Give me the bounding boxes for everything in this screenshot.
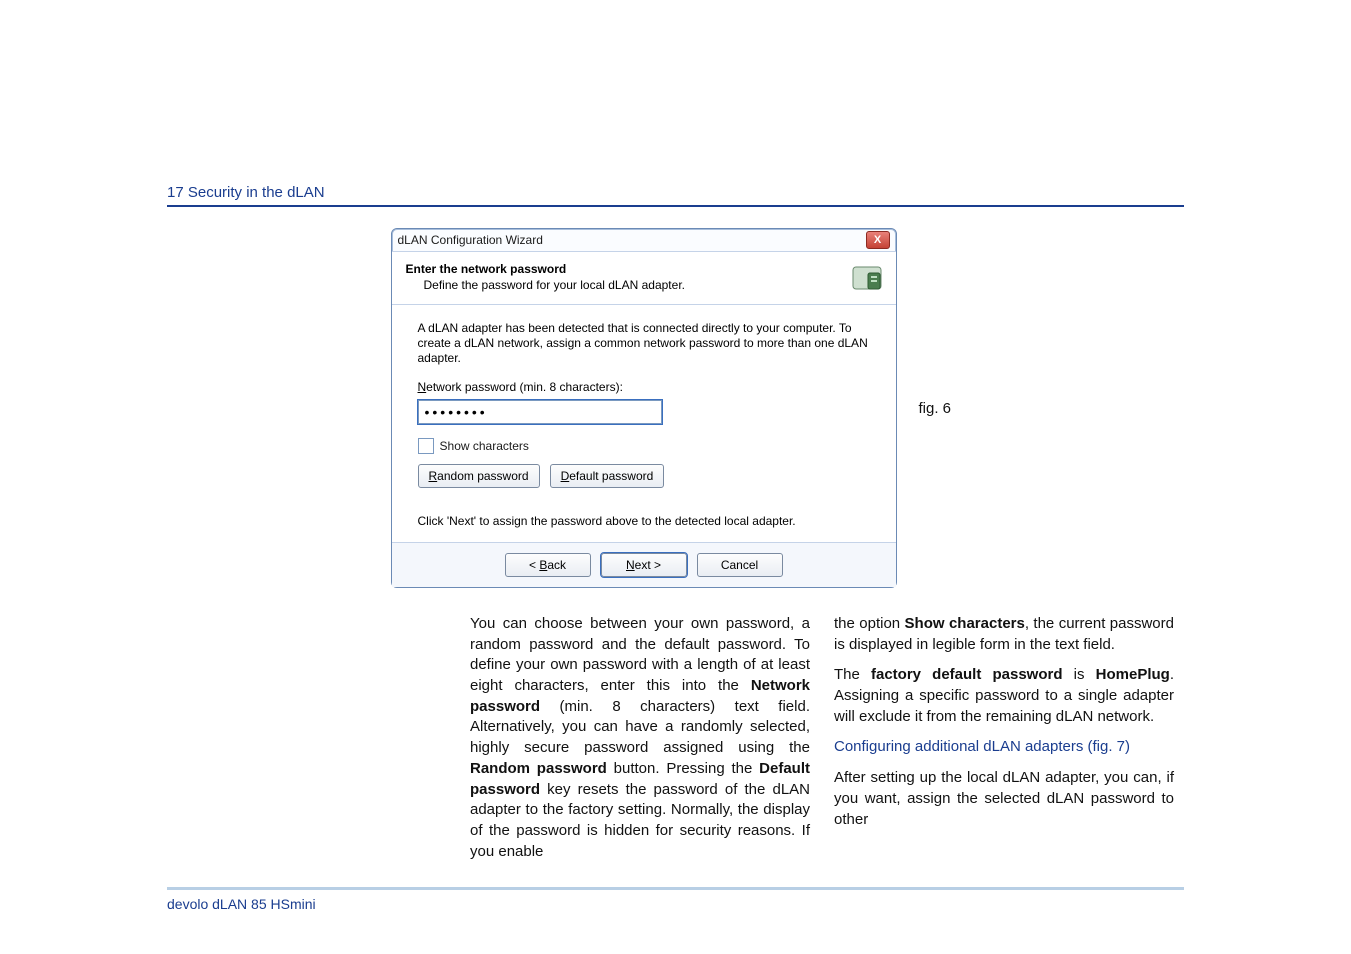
right-paragraph-3: After setting up the local dLAN adapter,… [834, 768, 1174, 830]
back-button[interactable]: < Back [505, 553, 591, 577]
left-paragraph: You can choose between your own password… [470, 614, 810, 862]
page-header: 17 Security in the dLAN [167, 184, 1184, 207]
right-paragraph-2: The factory default password is HomePlug… [834, 665, 1174, 727]
right-column: the option Show characters, the current … [834, 614, 1174, 872]
show-characters-label: Show characters [440, 439, 529, 453]
wizard-icon [850, 262, 884, 296]
next-button[interactable]: Next > [601, 553, 687, 577]
right-paragraph-1: the option Show characters, the current … [834, 614, 1174, 655]
close-icon[interactable]: X [866, 231, 890, 249]
show-characters-checkbox[interactable] [418, 438, 434, 454]
dialog-header: Enter the network password Define the pa… [392, 252, 896, 305]
random-password-button[interactable]: Random password [418, 464, 540, 488]
cancel-button[interactable]: Cancel [697, 553, 783, 577]
window-title: dLAN Configuration Wizard [398, 233, 543, 247]
password-input[interactable] [418, 400, 662, 424]
dialog-subtitle: Define the password for your local dLAN … [424, 278, 685, 292]
dialog-hint: Click 'Next' to assign the password abov… [418, 514, 870, 528]
dialog-title: Enter the network password [406, 262, 685, 276]
config-wizard-dialog: dLAN Configuration Wizard X Enter the ne… [391, 228, 897, 588]
config-subheading: Configuring additional dLAN adapters (fi… [834, 737, 1174, 758]
default-password-button[interactable]: Default password [550, 464, 665, 488]
dialog-paragraph: A dLAN adapter has been detected that is… [418, 321, 870, 366]
page-footer: devolo dLAN 85 HSmini [167, 887, 1184, 912]
body-columns: You can choose between your own password… [470, 614, 1174, 872]
figure-number: fig. 6 [919, 400, 952, 417]
left-column: You can choose between your own password… [470, 614, 810, 872]
password-label: Network password (min. 8 characters): [418, 380, 870, 394]
figure-container: dLAN Configuration Wizard X Enter the ne… [391, 228, 961, 588]
titlebar: dLAN Configuration Wizard X [392, 229, 896, 252]
